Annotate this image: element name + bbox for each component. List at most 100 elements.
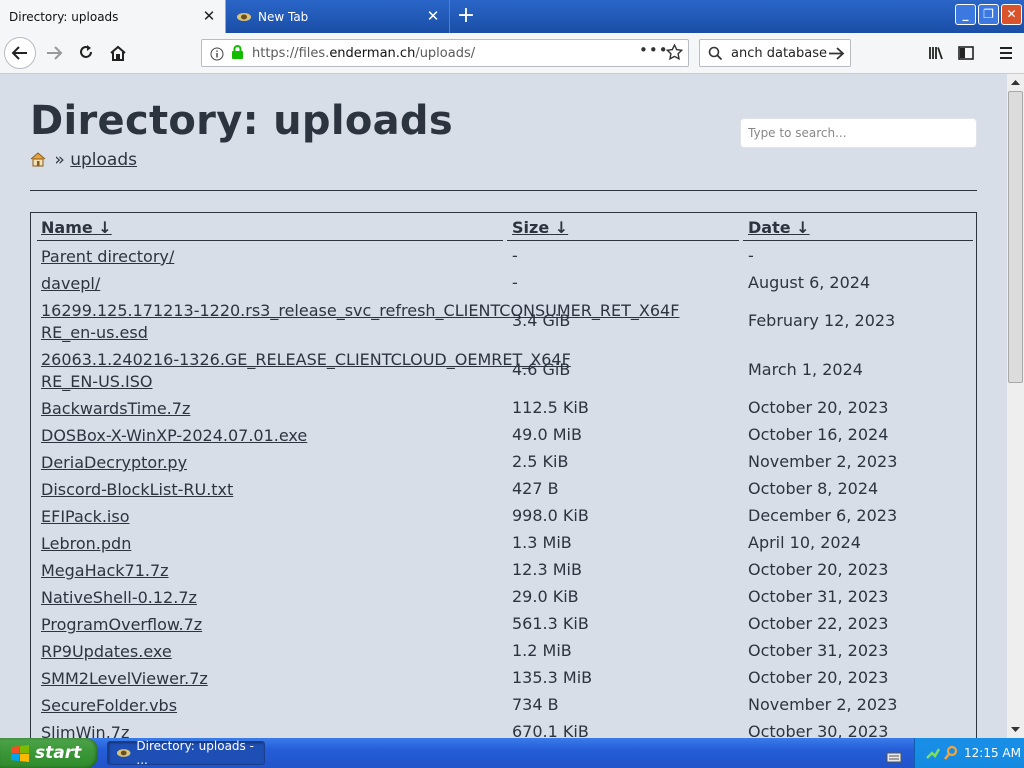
search-go-arrow-icon[interactable] bbox=[828, 45, 845, 66]
file-link[interactable]: Lebron.pdn bbox=[41, 534, 131, 553]
table-row: 26063.1.240216-1326.GE_RELEASE_CLIENTCLO… bbox=[31, 345, 976, 394]
taskbar-item-browser[interactable]: Directory: uploads - ... bbox=[107, 739, 265, 767]
file-size-cell: 4.6 GiB bbox=[512, 360, 571, 379]
file-link[interactable]: SecureFolder.vbs bbox=[41, 696, 177, 715]
scroll-down-arrow-icon[interactable] bbox=[1007, 721, 1024, 738]
window-minimize-button[interactable]: _ bbox=[955, 4, 976, 25]
file-size-cell: 670.1 KiB bbox=[512, 722, 589, 738]
file-size-cell: 734 B bbox=[512, 695, 559, 714]
url-prefix: https://files. bbox=[252, 46, 330, 61]
table-row: davepl/ - August 6, 2024 bbox=[31, 269, 976, 296]
browser-favicon-icon bbox=[116, 749, 131, 757]
breadcrumb-link-uploads[interactable]: uploads bbox=[70, 150, 137, 170]
file-size-cell: 12.3 MiB bbox=[512, 560, 582, 579]
tab-close-icon[interactable]: ✕ bbox=[201, 8, 217, 24]
keyboard-icon[interactable] bbox=[886, 748, 902, 767]
file-link[interactable]: EFIPack.iso bbox=[41, 507, 129, 526]
system-tray: 12:15 AM bbox=[914, 738, 1024, 768]
sort-by-name-link[interactable]: Name ↓ bbox=[41, 218, 112, 237]
clock: 12:15 AM bbox=[964, 746, 1021, 760]
address-bar[interactable]: https://files.enderman.ch/uploads/ ••• bbox=[201, 39, 689, 67]
breadcrumb-separator: » bbox=[54, 150, 65, 170]
file-date-cell: December 6, 2023 bbox=[748, 506, 898, 525]
column-header-size[interactable]: Size ↓ bbox=[512, 218, 568, 237]
search-bar[interactable]: anch database bbox=[699, 39, 851, 67]
file-link[interactable]: BackwardsTime.7z bbox=[41, 399, 190, 418]
forward-arrow-icon[interactable] bbox=[38, 37, 70, 69]
reload-icon[interactable] bbox=[70, 37, 102, 69]
file-size-cell: 3.4 GiB bbox=[512, 311, 571, 330]
new-tab-plus-icon[interactable]: + bbox=[453, 4, 479, 30]
column-header-date[interactable]: Date ↓ bbox=[748, 218, 810, 237]
scroll-up-arrow-icon[interactable] bbox=[1007, 74, 1024, 91]
file-date-cell: October 20, 2023 bbox=[748, 668, 889, 687]
file-link[interactable]: davepl/ bbox=[41, 274, 100, 293]
table-row: Discord-BlockList-RU.txt 427 B October 8, … bbox=[31, 475, 976, 502]
tab-directory-uploads[interactable]: Directory: uploads ✕ bbox=[0, 0, 226, 33]
window-close-button[interactable]: ✕ bbox=[1001, 4, 1022, 25]
table-row: ProgramOverflow.7z 561.3 KiB October 22, 2… bbox=[31, 610, 976, 637]
search-bar-text: anch database bbox=[731, 46, 827, 61]
table-row: Parent directory/ - - bbox=[31, 242, 976, 269]
back-arrow-icon[interactable] bbox=[4, 37, 36, 69]
file-link[interactable]: ProgramOverflow.7z bbox=[41, 615, 202, 634]
file-date-cell: October 30, 2023 bbox=[748, 722, 889, 738]
file-link[interactable]: NativeShell-0.12.7z bbox=[41, 588, 197, 607]
table-row: 16299.125.171213-1220.rs3_release_svc_re… bbox=[31, 296, 976, 345]
sort-by-date-link[interactable]: Date ↓ bbox=[748, 218, 810, 237]
page-actions-icon[interactable]: ••• bbox=[639, 41, 669, 59]
file-name-cell: Parent directory/ bbox=[41, 246, 681, 268]
file-listing-table: Name ↓ Size ↓ Date ↓ Parent directory/ - -… bbox=[30, 212, 977, 738]
file-link[interactable]: 16299.125.171213-1220.rs3_release_svc_re… bbox=[41, 301, 679, 342]
file-size-cell: 2.5 KiB bbox=[512, 452, 569, 471]
search-tray-icon[interactable] bbox=[943, 745, 959, 765]
tab-new-tab[interactable]: New Tab ✕ bbox=[226, 0, 450, 33]
file-size-cell: 29.0 KiB bbox=[512, 587, 579, 606]
file-link[interactable]: Discord-BlockList-RU.txt bbox=[41, 480, 233, 499]
file-link[interactable]: SlimWin.7z bbox=[41, 723, 129, 738]
site-info-icon[interactable] bbox=[210, 46, 224, 65]
lock-icon bbox=[231, 45, 244, 64]
column-header-name[interactable]: Name ↓ bbox=[41, 218, 112, 237]
file-size-cell: 998.0 KiB bbox=[512, 506, 589, 525]
breadcrumb: » uploads bbox=[30, 150, 137, 172]
file-name-cell: davepl/ bbox=[41, 273, 681, 295]
home-emoji-icon[interactable] bbox=[30, 151, 46, 172]
window-restore-button[interactable]: ❐ bbox=[978, 4, 999, 25]
page-viewport: Directory: uploads » uploads Name ↓ Size… bbox=[0, 74, 1007, 738]
page-title: Directory: uploads bbox=[30, 98, 453, 144]
file-date-cell: October 20, 2023 bbox=[748, 560, 889, 579]
file-date-cell: April 10, 2024 bbox=[748, 533, 861, 552]
vertical-scrollbar[interactable] bbox=[1007, 74, 1024, 738]
network-icon[interactable] bbox=[925, 745, 941, 765]
file-date-cell: March 1, 2024 bbox=[748, 360, 863, 379]
sidebar-icon[interactable] bbox=[950, 37, 982, 69]
tab-favicon-icon bbox=[237, 12, 251, 21]
file-link[interactable]: SMM2LevelViewer.7z bbox=[41, 669, 208, 688]
file-link[interactable]: MegaHack71.7z bbox=[41, 561, 169, 580]
windows-taskbar: start Directory: uploads - ... 12:15 AM bbox=[0, 738, 1024, 768]
sort-by-size-link[interactable]: Size ↓ bbox=[512, 218, 568, 237]
file-link[interactable]: Parent directory/ bbox=[41, 247, 174, 266]
file-search-input[interactable] bbox=[740, 118, 977, 148]
scrollbar-thumb[interactable] bbox=[1008, 91, 1023, 383]
file-link[interactable]: 26063.1.240216-1326.GE_RELEASE_CLIENTCLO… bbox=[41, 350, 571, 391]
file-date-cell: October 8, 2024 bbox=[748, 479, 879, 498]
file-name-cell: Discord-BlockList-RU.txt bbox=[41, 479, 681, 501]
library-icon[interactable] bbox=[920, 37, 952, 69]
file-link[interactable]: RP9Updates.exe bbox=[41, 642, 172, 661]
start-button[interactable]: start bbox=[0, 738, 98, 768]
header-underline bbox=[37, 240, 503, 241]
file-link[interactable]: DOSBox-X-WinXP-2024.07.01.exe bbox=[41, 426, 307, 445]
tab-close-icon[interactable]: ✕ bbox=[425, 8, 441, 24]
bookmark-star-icon[interactable] bbox=[665, 43, 684, 65]
file-link[interactable]: DeriaDecryptor.py bbox=[41, 453, 187, 472]
file-size-cell: 112.5 KiB bbox=[512, 398, 589, 417]
file-date-cell: August 6, 2024 bbox=[748, 273, 871, 292]
hamburger-menu-icon[interactable] bbox=[990, 37, 1022, 69]
table-row: SecureFolder.vbs 734 B November 2, 2023 bbox=[31, 691, 976, 718]
search-icon bbox=[708, 46, 723, 65]
header-underline bbox=[743, 240, 973, 241]
home-icon[interactable] bbox=[102, 37, 134, 69]
taskbar-item-label: Directory: uploads - ... bbox=[136, 739, 254, 767]
